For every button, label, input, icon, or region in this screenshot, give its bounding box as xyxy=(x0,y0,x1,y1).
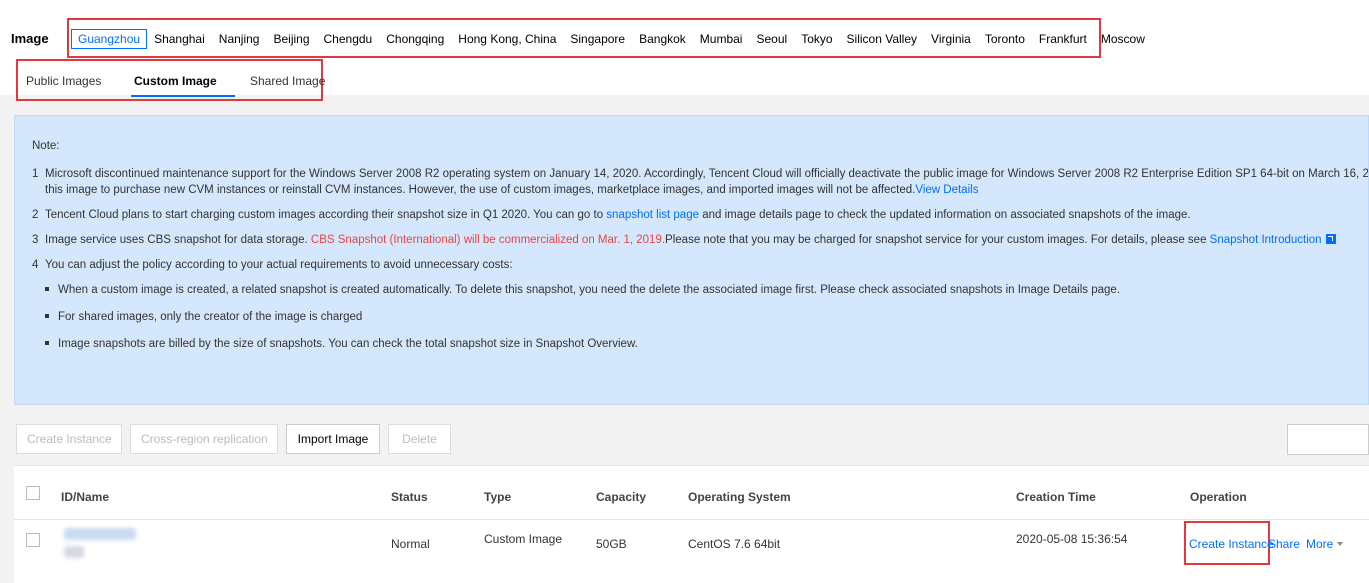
snapshot-list-link[interactable]: snapshot list page xyxy=(606,209,699,221)
row-capacity: 50GB xyxy=(596,537,627,551)
region-selector: Guangzhou Shanghai Nanjing Beijing Cheng… xyxy=(71,29,1152,49)
tab-custom-image[interactable]: Custom Image xyxy=(131,74,250,97)
region-shanghai[interactable]: Shanghai xyxy=(147,30,212,48)
row-status: Normal xyxy=(391,537,430,551)
delete-button[interactable]: Delete xyxy=(388,424,451,454)
notice-text: Tencent Cloud plans to start charging cu… xyxy=(45,209,607,221)
notice-text: Microsoft discontinued maintenance suppo… xyxy=(45,168,1369,180)
region-virginia[interactable]: Virginia xyxy=(924,30,978,48)
row-divider xyxy=(14,519,1369,520)
notice-item-3: 3 Image service uses CBS snapshot for dat… xyxy=(32,232,1368,248)
header-status: Status xyxy=(391,490,428,504)
header-capacity: Capacity xyxy=(596,490,647,504)
page-title: Image xyxy=(11,31,49,46)
region-tokyo[interactable]: Tokyo xyxy=(794,30,839,48)
image-table: ID/Name Status Type Capacity Operating S… xyxy=(14,465,1369,583)
notice-item-2: 2 Tencent Cloud plans to start charging c… xyxy=(32,207,1368,223)
notice-bullet-3: Image snapshots are billed by the size o… xyxy=(32,336,1368,352)
notice-num: 3 xyxy=(32,234,39,246)
region-mumbai[interactable]: Mumbai xyxy=(693,30,750,48)
notice-item-1: 1 Microsoft discontinued maintenance supp… xyxy=(32,166,1368,182)
more-label[interactable]: More xyxy=(1306,537,1333,551)
region-nanjing[interactable]: Nanjing xyxy=(212,30,267,48)
image-name xyxy=(64,546,84,558)
notice-num: 4 xyxy=(32,259,39,271)
notice-num: 2 xyxy=(32,209,39,221)
region-singapore[interactable]: Singapore xyxy=(563,30,632,48)
notice-text: this image to purchase new CVM instances… xyxy=(45,184,916,196)
notice-item-1-cont: this image to purchase new CVM instances… xyxy=(32,182,1368,198)
toolbar: Create Instance Cross-region replication… xyxy=(16,424,451,454)
snapshot-introduction-link[interactable]: Snapshot Introduction xyxy=(1210,234,1322,246)
row-more-dropdown[interactable]: More xyxy=(1306,537,1344,551)
region-chengdu[interactable]: Chengdu xyxy=(317,30,380,48)
header-creation-time: Creation Time xyxy=(1016,490,1096,504)
notice-text: Please note that you may be charged for … xyxy=(665,234,1210,246)
region-toronto[interactable]: Toronto xyxy=(978,30,1032,48)
notice-panel: Note: 1 Microsoft discontinued maintenanc… xyxy=(14,115,1369,405)
cross-region-replication-button[interactable]: Cross-region replication xyxy=(130,424,278,454)
header-type: Type xyxy=(484,490,512,504)
header-operating-system: Operating System xyxy=(688,490,791,504)
notice-bullet-2: For shared images, only the creator of t… xyxy=(32,309,1368,325)
region-guangzhou[interactable]: Guangzhou xyxy=(71,29,148,49)
external-link-icon[interactable] xyxy=(1325,234,1336,244)
region-silicon-valley[interactable]: Silicon Valley xyxy=(840,30,924,48)
region-beijing[interactable]: Beijing xyxy=(266,30,316,48)
notice-bullet-1: When a custom image is created, a relate… xyxy=(32,282,1368,298)
row-share-link[interactable]: Share xyxy=(1268,537,1300,551)
notice-item-4: 4 You can adjust the policy according to … xyxy=(32,257,1368,273)
search-input[interactable] xyxy=(1287,424,1369,455)
row-creation-time: 2020-05-08 15:36:54 xyxy=(1016,532,1128,546)
image-id-link[interactable] xyxy=(64,528,136,540)
region-seoul[interactable]: Seoul xyxy=(749,30,794,48)
region-hong-kong[interactable]: Hong Kong, China xyxy=(451,30,563,48)
region-frankfurt[interactable]: Frankfurt xyxy=(1032,30,1094,48)
region-bangkok[interactable]: Bangkok xyxy=(632,30,693,48)
region-moscow[interactable]: Moscow xyxy=(1094,30,1152,48)
notice-heading: Note: xyxy=(32,140,60,152)
tab-public-images[interactable]: Public Images xyxy=(26,74,134,97)
commercialization-warning: CBS Snapshot (International) will be com… xyxy=(310,234,666,246)
row-create-instance-link[interactable]: Create Instance xyxy=(1189,537,1274,551)
row-checkbox[interactable] xyxy=(26,533,40,547)
header-operation: Operation xyxy=(1190,490,1247,504)
import-image-button[interactable]: Import Image xyxy=(286,424,380,454)
row-operating-system: CentOS 7.6 64bit xyxy=(688,537,781,551)
view-details-link[interactable]: View Details xyxy=(915,184,978,196)
select-all-checkbox[interactable] xyxy=(26,486,40,500)
caret-down-icon[interactable] xyxy=(1337,542,1344,546)
region-chongqing[interactable]: Chongqing xyxy=(379,30,451,48)
notice-text: and image details page to check the upda… xyxy=(699,209,1191,221)
notice-text: You can adjust the policy according to y… xyxy=(45,259,513,271)
create-instance-button[interactable]: Create Instance xyxy=(16,424,122,454)
tab-shared-image[interactable]: Shared Image xyxy=(250,74,330,97)
image-type-tabs: Public Images Custom Image Shared Image xyxy=(26,74,330,97)
notice-text: Image service uses CBS snapshot for data… xyxy=(45,234,311,246)
header-id-name: ID/Name xyxy=(61,490,110,504)
row-type: Custom Image xyxy=(484,532,563,546)
notice-num: 1 xyxy=(32,168,39,180)
